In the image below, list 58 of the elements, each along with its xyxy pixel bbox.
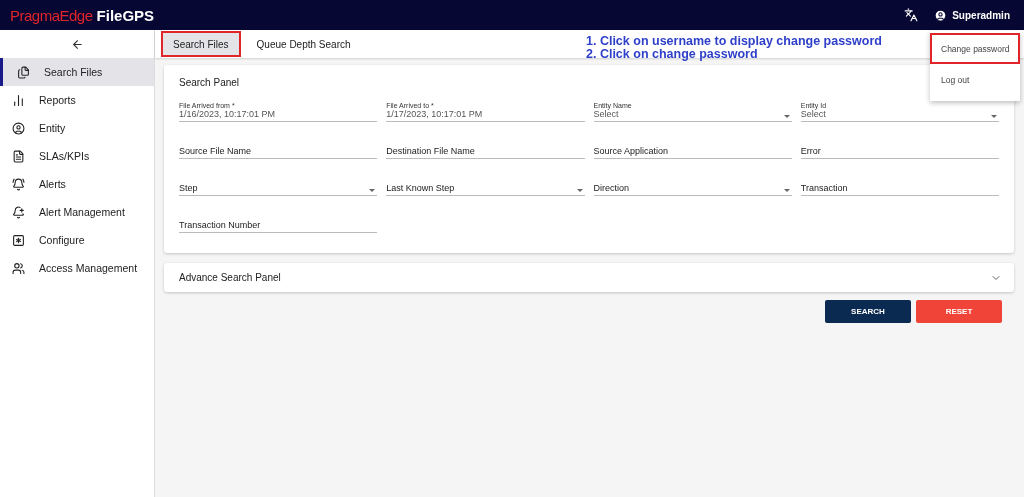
sidebar-item[interactable]: SLAs/KPIs xyxy=(0,142,154,170)
sidebar-item[interactable]: Alert Management xyxy=(0,198,154,226)
translate-icon[interactable] xyxy=(904,8,919,22)
caret-icon xyxy=(783,189,790,192)
document-icon xyxy=(12,149,25,163)
select-field[interactable]: Select xyxy=(593,109,792,122)
input-field[interactable]: Transaction xyxy=(800,183,999,196)
sidebar-label: Alert Management xyxy=(39,206,125,218)
reset-button[interactable]: RESET xyxy=(916,300,1002,323)
instruction-text: 2. Click on change password xyxy=(586,48,758,61)
sidebar-item[interactable]: Search Files xyxy=(0,58,154,86)
input-field[interactable]: Destination File Name xyxy=(386,146,585,159)
bell-icon xyxy=(12,177,25,191)
caret-icon xyxy=(576,189,583,192)
sidebar-item[interactable]: Reports xyxy=(0,86,154,114)
sidebar-item[interactable]: Configure xyxy=(0,226,154,254)
bar-chart-icon xyxy=(12,93,25,107)
input-field[interactable]: Transaction Number xyxy=(179,220,378,233)
sidebar-item[interactable]: Access Management xyxy=(0,254,154,282)
select-field[interactable]: Last Known Step xyxy=(386,183,585,196)
panel-title: Advance Search Panel xyxy=(179,272,281,283)
sidebar-label: Entity xyxy=(39,122,66,134)
input-field[interactable]: 1/16/2023, 10:17:01 PM xyxy=(179,109,378,122)
instruction-text: 1. Click on username to display change password xyxy=(586,35,882,48)
menu-item[interactable]: Log out xyxy=(930,64,1020,95)
sidebar-label: Reports xyxy=(39,94,76,106)
tab[interactable]: Search Files xyxy=(161,31,241,57)
input-field[interactable]: Error xyxy=(800,146,999,159)
menu-item[interactable]: Change password xyxy=(930,33,1020,64)
logo: PragmaEdge FileGPS xyxy=(10,6,155,24)
user-circle-icon xyxy=(12,121,25,135)
caret-icon xyxy=(369,189,376,192)
sidebar-label: SLAs/KPIs xyxy=(39,150,90,162)
back-arrow-icon[interactable] xyxy=(70,37,84,51)
files-icon xyxy=(17,65,30,79)
accordion-header[interactable]: Advance Search Panel xyxy=(164,263,1014,292)
people-icon xyxy=(12,261,25,275)
square-icon xyxy=(12,233,25,247)
input-field[interactable]: Source File Name xyxy=(179,146,378,159)
select-field[interactable]: Select xyxy=(800,109,999,122)
bell-plus-icon xyxy=(12,205,25,219)
sidebar-item[interactable]: Alerts xyxy=(0,170,154,198)
caret-icon xyxy=(783,115,790,118)
sidebar-label: Search Files xyxy=(44,66,103,78)
tab[interactable]: Queue Depth Search xyxy=(244,31,363,57)
input-field[interactable]: 1/17/2023, 10:17:01 PM xyxy=(386,109,585,122)
user-avatar-icon xyxy=(934,8,948,22)
sidebar-label: Configure xyxy=(39,234,85,246)
caret-icon xyxy=(991,115,997,118)
select-field[interactable]: Step xyxy=(179,183,378,196)
search-button[interactable]: SEARCH xyxy=(825,300,911,323)
sidebar-label: Access Management xyxy=(39,262,138,274)
panel-title: Search Panel xyxy=(179,77,240,88)
input-field[interactable]: Source Application xyxy=(593,146,792,159)
user-menu-button[interactable]: Superadmin xyxy=(934,8,1010,22)
select-field[interactable]: Direction xyxy=(593,183,792,196)
sidebar-label: Alerts xyxy=(39,178,66,190)
sidebar-item[interactable]: Entity xyxy=(0,114,154,142)
